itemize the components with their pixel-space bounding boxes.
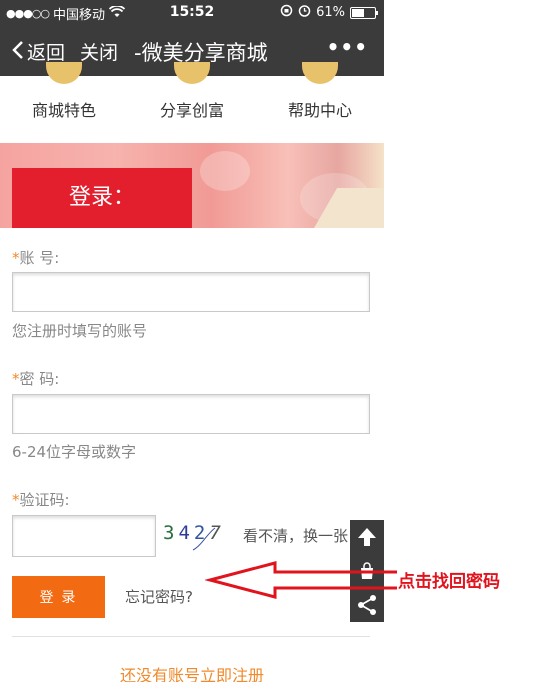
account-input[interactable] (12, 272, 370, 312)
password-input[interactable] (12, 394, 370, 434)
chevron-left-icon (12, 40, 24, 64)
battery-percent: 61% (316, 5, 345, 20)
login-button[interactable]: 登 录 (12, 576, 105, 618)
annotation-arrow (205, 561, 397, 599)
account-hint: 您注册时填写的账号 (12, 322, 148, 340)
forgot-password-link[interactable]: 忘记密码? (125, 586, 193, 607)
required-mark: * (12, 491, 20, 509)
password-label: *密 码: (12, 368, 59, 389)
menu-icon (302, 62, 338, 84)
more-options-button[interactable]: ••• (327, 35, 368, 59)
top-menu: 商城特色 分享创富 帮助中心 (0, 62, 384, 142)
divider (12, 636, 370, 637)
captcha-refresh-link[interactable]: 看不清，换一张 (243, 525, 353, 546)
menu-item-label: 分享创富 (159, 101, 224, 120)
account-label: *账 号: (12, 247, 59, 268)
arrow-up-icon[interactable] (350, 520, 384, 554)
captcha-label: *验证码: (12, 489, 70, 510)
status-bar: ●●●○○ 中国移动 15:52 61% (0, 0, 384, 24)
required-mark: * (12, 370, 20, 388)
account-label-text: 账 号: (19, 249, 60, 267)
menu-icon (174, 62, 210, 84)
register-link[interactable]: 还没有账号立即注册 (0, 662, 384, 682)
captcha-label-text: 验证码: (19, 491, 70, 509)
menu-item-features[interactable]: 商城特色 (0, 62, 128, 142)
menu-icon (46, 62, 82, 84)
menu-item-label: 商城特色 (31, 101, 96, 120)
login-heading: 登录： (12, 168, 192, 228)
back-label: 返回 (27, 42, 66, 64)
back-button[interactable]: 返回 (12, 38, 65, 65)
alarm-icon (298, 4, 311, 21)
menu-item-label: 帮助中心 (287, 101, 352, 120)
battery-icon (350, 6, 378, 19)
captcha-image[interactable]: 3427 (163, 522, 233, 554)
captcha-input[interactable] (12, 515, 156, 557)
password-label-text: 密 码: (19, 370, 60, 388)
annotation-text: 点击找回密码 (398, 572, 500, 592)
rotation-lock-icon (280, 4, 293, 21)
status-right: 61% (280, 4, 378, 21)
menu-item-share[interactable]: 分享创富 (128, 62, 256, 142)
captcha-noise (192, 527, 216, 551)
password-hint: 6-24位字母或数字 (12, 443, 137, 461)
required-mark: * (12, 249, 20, 267)
menu-item-help[interactable]: 帮助中心 (256, 62, 384, 142)
banner-decoration (200, 151, 250, 191)
close-button[interactable]: 关闭 (80, 38, 118, 65)
